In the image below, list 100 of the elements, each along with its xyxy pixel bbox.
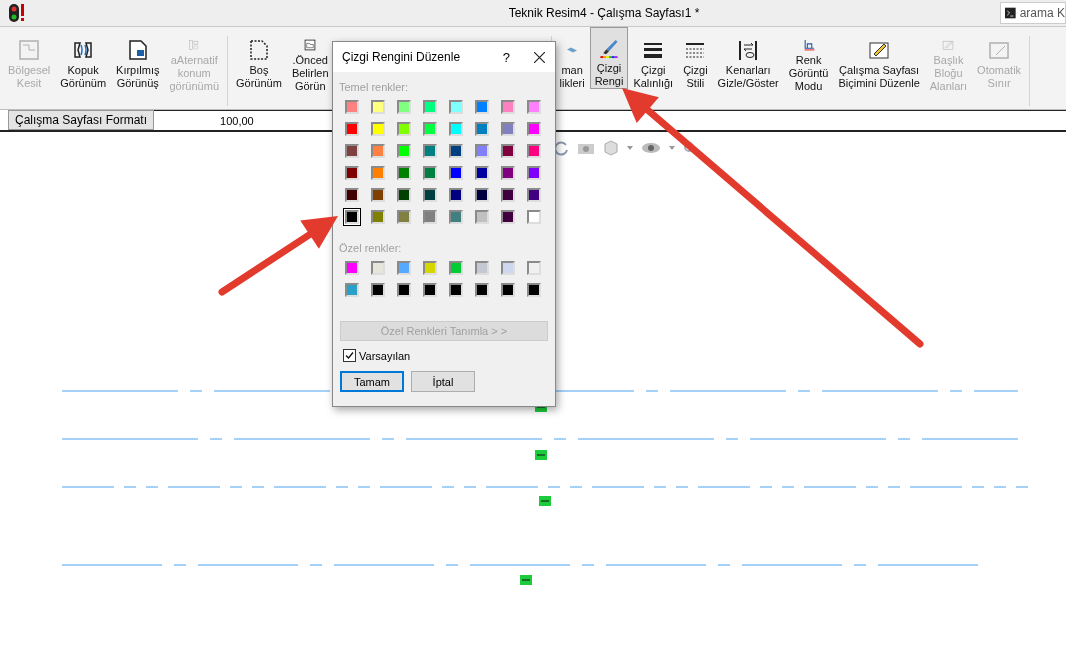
color-swatch[interactable] [473,259,491,277]
color-swatch[interactable] [369,98,387,116]
ribbon-button[interactable]: Kırpılmış Görünüş [111,36,165,94]
ribbon-button[interactable]: Boş Görünüm [231,36,287,94]
color-swatch[interactable] [499,98,517,116]
color-swatch[interactable] [395,259,413,277]
color-swatch[interactable] [525,142,543,160]
color-swatch[interactable] [447,142,465,160]
hide-edges-icon [737,39,760,61]
color-swatch[interactable] [369,142,387,160]
color-swatch[interactable] [421,164,439,182]
color-swatch[interactable] [447,208,465,226]
color-swatch[interactable] [525,164,543,182]
brush-icon [598,38,620,59]
checkbox[interactable] [343,349,356,362]
ribbon-button[interactable]: man likleri [554,36,590,94]
color-swatch[interactable] [499,208,517,226]
color-swatch[interactable] [343,142,361,160]
color-swatch[interactable] [395,164,413,182]
color-swatch[interactable] [525,186,543,204]
search-field[interactable]: arama K [1000,2,1066,24]
color-swatch[interactable] [369,186,387,204]
ribbon-button[interactable]: Çizgi Rengi [589,27,629,89]
section-view-icon [18,39,41,61]
layers-icon [567,47,578,53]
color-swatch[interactable] [421,259,439,277]
color-swatch[interactable] [395,281,413,299]
color-swatch[interactable] [525,98,543,116]
color-swatch[interactable] [447,281,465,299]
help-button[interactable]: ? [502,49,528,65]
refresh-icon [553,140,569,156]
color-swatch[interactable] [421,208,439,226]
edit-sheet-icon [868,39,891,61]
check-icon [345,351,354,360]
color-swatch[interactable] [369,281,387,299]
color-swatch[interactable] [395,142,413,160]
color-swatch[interactable] [499,259,517,277]
color-swatch[interactable] [473,98,491,116]
origin-marker [520,575,532,585]
dialog-button[interactable]: İptal [411,371,475,392]
color-swatch[interactable] [343,98,361,116]
ribbon-button[interactable]: Çizgi Stili [678,36,713,94]
color-swatch[interactable] [343,164,361,182]
color-swatch[interactable] [395,208,413,226]
color-swatch[interactable] [525,281,543,299]
color-swatch[interactable] [343,186,361,204]
dialog-button[interactable]: Tamam [340,371,404,392]
color-swatch[interactable] [447,120,465,138]
color-swatch[interactable] [473,142,491,160]
color-swatch[interactable] [473,208,491,226]
color-swatch[interactable] [369,120,387,138]
color-swatch[interactable] [421,98,439,116]
color-swatch[interactable] [395,186,413,204]
color-swatch[interactable] [395,98,413,116]
ribbon-button[interactable]: .Önced Belirlen Görün [286,36,334,94]
broken-view-icon [72,39,95,61]
color-swatch[interactable] [343,259,361,277]
color-swatch[interactable] [421,186,439,204]
ribbon-button[interactable]: Kenarları Gizle/Göster [712,36,784,94]
color-swatch[interactable] [499,120,517,138]
color-swatch[interactable] [499,281,517,299]
color-swatch[interactable] [343,281,361,299]
ribbon-button[interactable]: Çalışma Sayfası Biçimini Düzenle [833,36,925,94]
color-swatch[interactable] [447,186,465,204]
ruler-value: 100,00 [220,114,254,127]
color-swatch[interactable] [473,281,491,299]
close-button[interactable] [534,51,545,63]
caret-icon [669,146,675,150]
color-swatch[interactable] [421,281,439,299]
color-swatch[interactable] [343,120,361,138]
color-swatch[interactable] [395,120,413,138]
color-swatch[interactable] [499,186,517,204]
color-swatch[interactable] [473,186,491,204]
color-swatch[interactable] [343,208,361,226]
color-swatch[interactable] [447,259,465,277]
sheet-format-tab[interactable]: Çalışma Sayfası Formatı [8,110,155,130]
color-swatch[interactable] [447,98,465,116]
origin-marker [535,450,547,460]
color-swatch[interactable] [525,208,543,226]
color-swatch[interactable] [525,259,543,277]
ribbon-button[interactable]: Kopuk Görünüm [55,36,112,94]
color-swatch[interactable] [421,120,439,138]
color-swatch[interactable] [525,120,543,138]
color-swatch[interactable] [473,120,491,138]
color-swatch[interactable] [499,142,517,160]
terminal-icon [1005,6,1016,20]
color-swatch[interactable] [369,164,387,182]
ribbon-button[interactable]: Renk Görüntü Modu [783,36,834,94]
search-text: arama K [1019,6,1065,20]
color-swatch[interactable] [421,142,439,160]
color-swatch[interactable] [499,164,517,182]
window-title: Teknik Resim4 - Çalışma Sayfası1 * [507,6,701,20]
empty-view-icon [247,39,270,61]
color-swatch[interactable] [369,208,387,226]
color-swatch[interactable] [369,259,387,277]
ribbon-button[interactable]: Çizgi Kalınlığı [628,36,679,94]
color-swatch[interactable] [473,164,491,182]
section-label: Özel renkler: [339,242,402,254]
color-swatch[interactable] [447,164,465,182]
crop-view-icon [126,39,149,61]
